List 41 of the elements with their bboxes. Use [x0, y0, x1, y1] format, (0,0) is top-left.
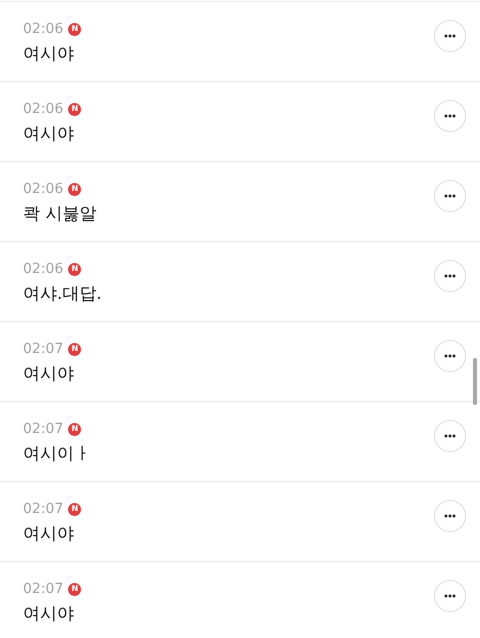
message-time: 02:07: [23, 500, 64, 518]
message-text: 여샤.대답.: [23, 283, 102, 306]
more-button[interactable]: [434, 420, 466, 452]
message-time: 02:06: [23, 260, 64, 278]
new-badge: N: [68, 582, 82, 596]
message-time: 02:06: [23, 180, 64, 198]
message-text: 여시야: [23, 43, 75, 66]
message-text: 여시야: [23, 123, 75, 146]
new-badge: N: [68, 502, 82, 516]
more-icon: [444, 274, 456, 278]
message-text: 여시야: [23, 363, 75, 386]
scrollbar[interactable]: [473, 358, 477, 405]
more-icon: [444, 434, 456, 438]
message-text: 여시야: [23, 523, 75, 546]
new-badge: N: [68, 262, 82, 276]
more-button[interactable]: [434, 100, 466, 132]
more-icon: [444, 194, 456, 198]
message-time: 02:06: [23, 20, 64, 38]
message-time: 02:06: [23, 100, 64, 118]
more-button[interactable]: [434, 500, 466, 532]
more-button[interactable]: [434, 180, 466, 212]
more-button[interactable]: [434, 340, 466, 372]
message-text: 여시야: [23, 603, 75, 626]
new-badge: N: [68, 22, 82, 36]
message-text: 콱 시붏알: [23, 203, 96, 226]
new-badge: N: [68, 342, 82, 356]
new-badge: N: [68, 422, 82, 436]
message-time: 02:07: [23, 340, 64, 358]
more-button[interactable]: [434, 580, 466, 612]
more-button[interactable]: [434, 260, 466, 292]
more-icon: [444, 114, 456, 118]
more-icon: [444, 34, 456, 38]
more-button[interactable]: [434, 20, 466, 52]
more-icon: [444, 514, 456, 518]
message-time: 02:07: [23, 580, 64, 598]
message-time: 02:07: [23, 420, 64, 438]
more-icon: [444, 354, 456, 358]
new-badge: N: [68, 182, 82, 196]
new-badge: N: [68, 102, 82, 116]
message-text: 여시이ㅏ: [23, 443, 91, 466]
more-icon: [444, 594, 456, 598]
